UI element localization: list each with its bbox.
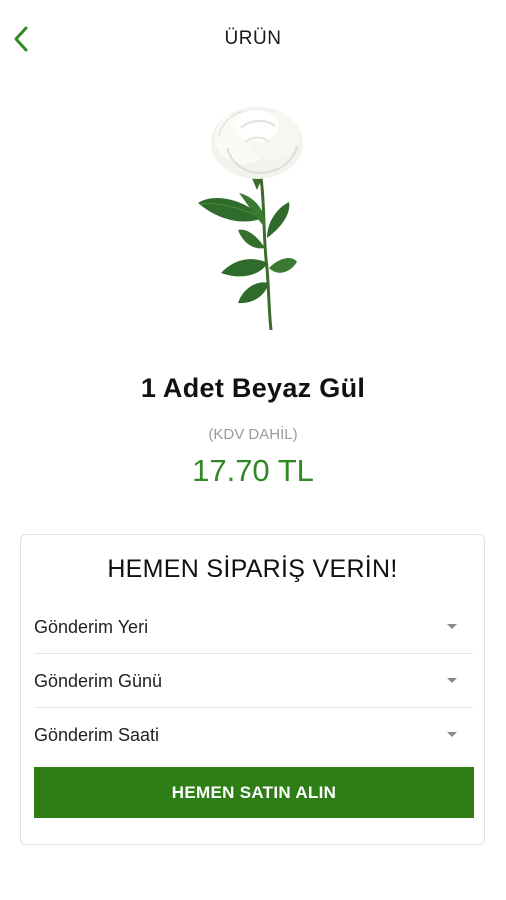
- product-price: 17.70 TL: [192, 453, 314, 488]
- delivery-location-select[interactable]: Gönderim Yeri: [34, 600, 473, 654]
- caret-down-icon: [447, 678, 457, 683]
- caret-down-icon: [447, 624, 457, 629]
- order-card-title: HEMEN SİPARİŞ VERİN!: [107, 555, 398, 583]
- delivery-time-select[interactable]: Gönderim Saati: [34, 708, 473, 762]
- delivery-location-label: Gönderim Yeri: [34, 617, 149, 637]
- delivery-day-label: Gönderim Günü: [34, 671, 163, 691]
- order-card: HEMEN SİPARİŞ VERİN! Gönderim Yeri Gönde…: [20, 534, 485, 845]
- product-name: 1 Adet Beyaz Gül: [140, 373, 366, 403]
- white-rose-image: [198, 107, 303, 331]
- tax-note: (KDV DAHİL): [208, 426, 298, 443]
- buy-now-button[interactable]: HEMEN SATIN ALIN: [34, 767, 474, 818]
- page-title: ÜRÜN: [224, 28, 282, 49]
- delivery-day-select[interactable]: Gönderim Günü: [34, 654, 473, 708]
- product-image: [183, 98, 323, 338]
- delivery-time-label: Gönderim Saati: [34, 725, 160, 745]
- caret-down-icon: [447, 732, 457, 737]
- header-bar: ÜRÜN: [0, 0, 506, 80]
